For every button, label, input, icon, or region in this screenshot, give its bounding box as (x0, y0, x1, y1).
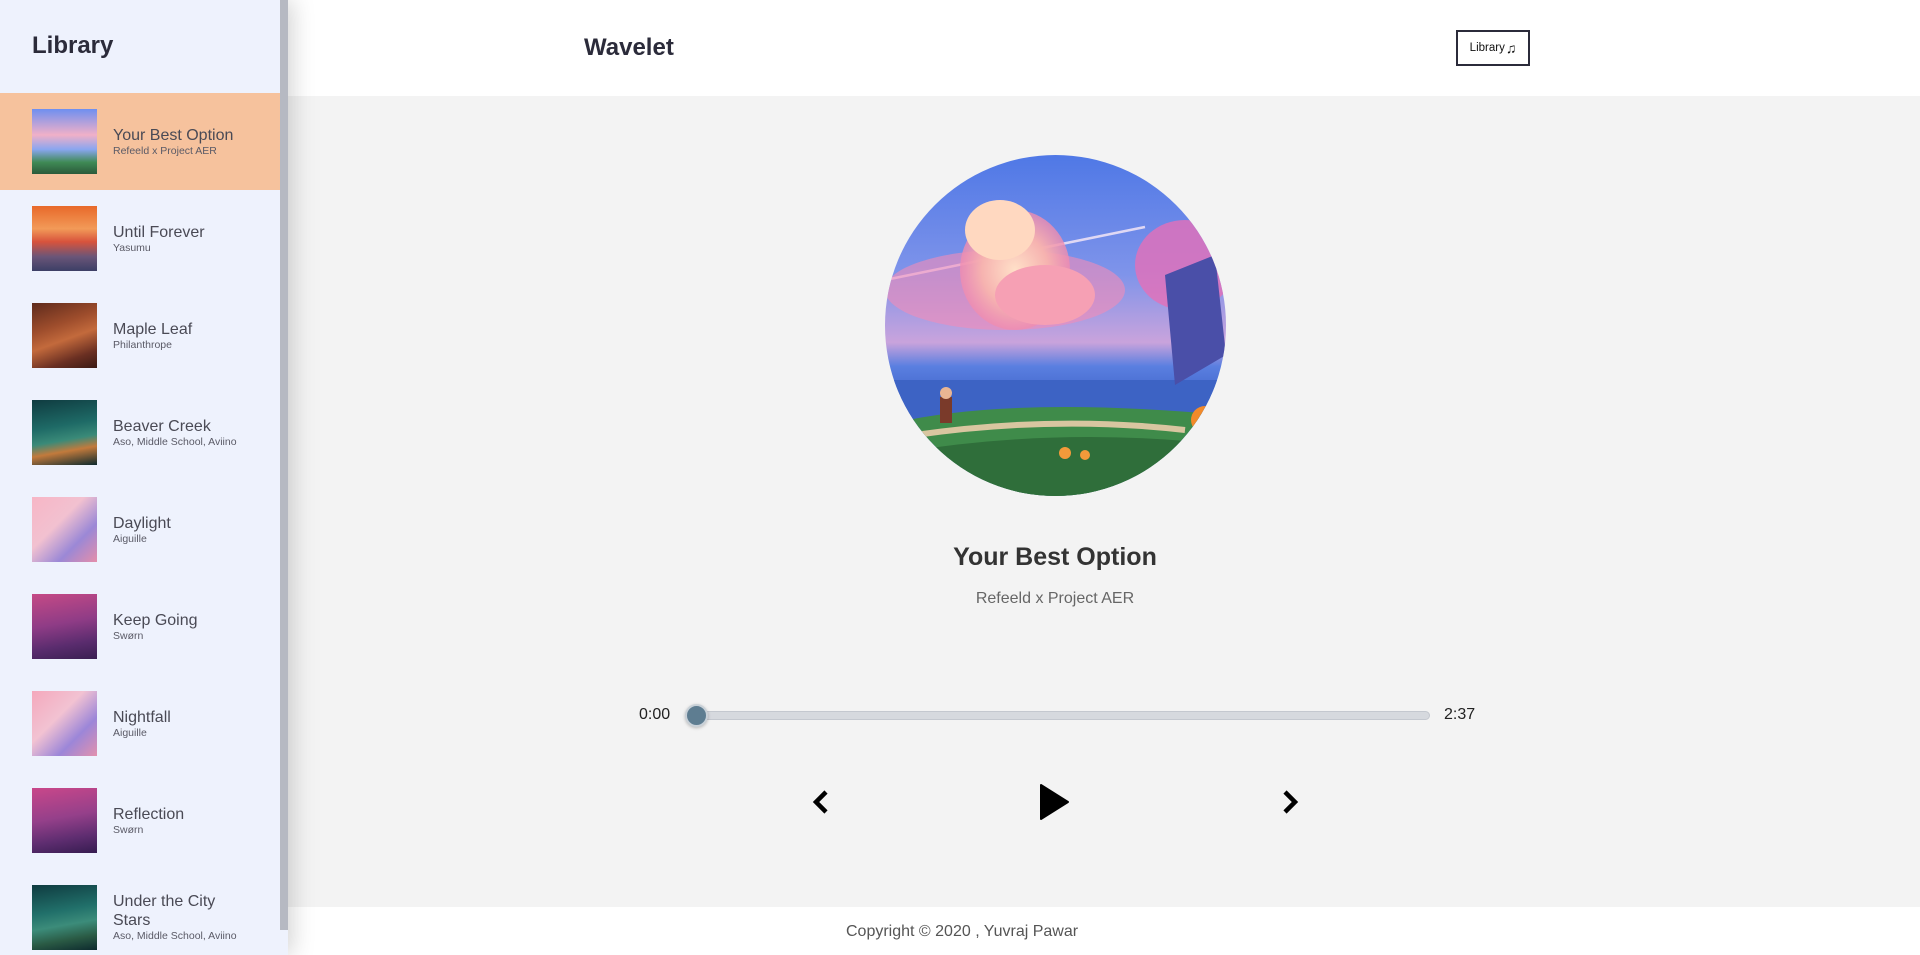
footer: Copyright © 2020 , Yuvraj Pawar (288, 907, 1920, 955)
library-song-item[interactable]: Nightfall Aiguille (0, 675, 280, 772)
chevron-right-icon (1283, 790, 1299, 814)
song-meta: Daylight Aiguille (113, 514, 171, 546)
song-cover (32, 788, 97, 853)
library-song-item[interactable]: Until Forever Yasumu (0, 190, 280, 287)
chevron-left-icon (812, 790, 828, 814)
library-song-item[interactable]: Your Best Option Refeeld x Project AER (0, 93, 280, 190)
seek-handle[interactable] (685, 704, 708, 727)
top-nav: Wavelet Library ♫ (288, 0, 1920, 96)
song-meta: Reflection Swørn (113, 805, 184, 837)
song-artist: Swørn (113, 629, 144, 642)
play-button[interactable] (1038, 783, 1070, 821)
song-name: Maple Leaf (113, 320, 193, 338)
app-title: Wavelet (584, 34, 674, 61)
song-cover (32, 594, 97, 659)
song-cover (32, 303, 97, 368)
seek-bar[interactable] (685, 711, 1430, 720)
song-name: Under the City Stars (113, 893, 216, 929)
now-playing-artist: Refeeld x Project AER (975, 590, 1135, 607)
song-meta: Beaver Creek Aso, Middle School, Aviino (113, 417, 237, 449)
song-name: Beaver Creek (113, 417, 211, 435)
song-meta: Your Best Option Refeeld x Project AER (113, 126, 233, 158)
library-song-item[interactable]: Beaver Creek Aso, Middle School, Aviino (0, 384, 280, 481)
total-time: 2:37 (1444, 706, 1476, 723)
song-artist: Aiguille (113, 726, 147, 739)
song-artist: Philanthrope (113, 338, 172, 351)
library-song-item[interactable]: Maple Leaf Philanthrope (0, 287, 280, 384)
song-meta: Until Forever Yasumu (113, 223, 205, 255)
current-time: 0:00 (639, 706, 671, 723)
song-cover (32, 497, 97, 562)
library-title: Library (32, 32, 114, 59)
song-artist: Aso, Middle School, Aviino (113, 930, 237, 942)
song-meta: Nightfall Aiguille (113, 708, 171, 740)
song-artist: Aso, Middle School, Aviino (113, 435, 237, 448)
song-meta: Maple Leaf Philanthrope (113, 320, 192, 352)
now-playing-title: Your Best Option (953, 543, 1157, 571)
library-song-item[interactable]: Under the City Stars Aso, Middle School,… (0, 869, 280, 955)
song-cover (32, 691, 97, 756)
song-cover (32, 206, 97, 271)
next-track-button[interactable] (1279, 789, 1301, 815)
song-name: Until Forever (113, 223, 205, 241)
song-cover (32, 109, 97, 174)
library-sidebar: Library Your Best Option Refeeld x Proje… (0, 0, 288, 955)
sidebar-scrollbar[interactable] (280, 0, 288, 930)
library-toggle-button[interactable]: Library ♫ (1456, 30, 1530, 66)
song-name: Reflection (113, 805, 185, 823)
copyright-text: Copyright © 2020 , Yuvraj Pawar (846, 923, 1079, 940)
song-artist: Aiguille (113, 532, 147, 545)
song-name: Keep Going (113, 611, 198, 629)
song-cover (32, 400, 97, 465)
previous-track-button[interactable] (810, 789, 832, 815)
song-name: Nightfall (113, 708, 171, 726)
song-list: Your Best Option Refeeld x Project AER U… (0, 93, 280, 955)
song-name: Your Best Option (113, 126, 234, 144)
song-meta: Under the City Stars Aso, Middle School,… (113, 892, 237, 943)
play-icon (1040, 784, 1069, 820)
library-song-item[interactable]: Daylight Aiguille (0, 481, 280, 578)
song-name: Daylight (113, 514, 171, 532)
song-artist: Swørn (113, 823, 144, 836)
library-song-item[interactable]: Reflection Swørn (0, 772, 280, 869)
music-note-icon: ♫ (1505, 40, 1517, 56)
song-artist: Refeeld x Project AER (113, 144, 217, 157)
song-artwork (885, 155, 1226, 496)
song-artist: Yasumu (113, 241, 151, 254)
song-cover (32, 885, 97, 950)
song-meta: Keep Going Swørn (113, 611, 198, 643)
library-button-label: Library (1469, 42, 1505, 54)
library-song-item[interactable]: Keep Going Swørn (0, 578, 280, 675)
